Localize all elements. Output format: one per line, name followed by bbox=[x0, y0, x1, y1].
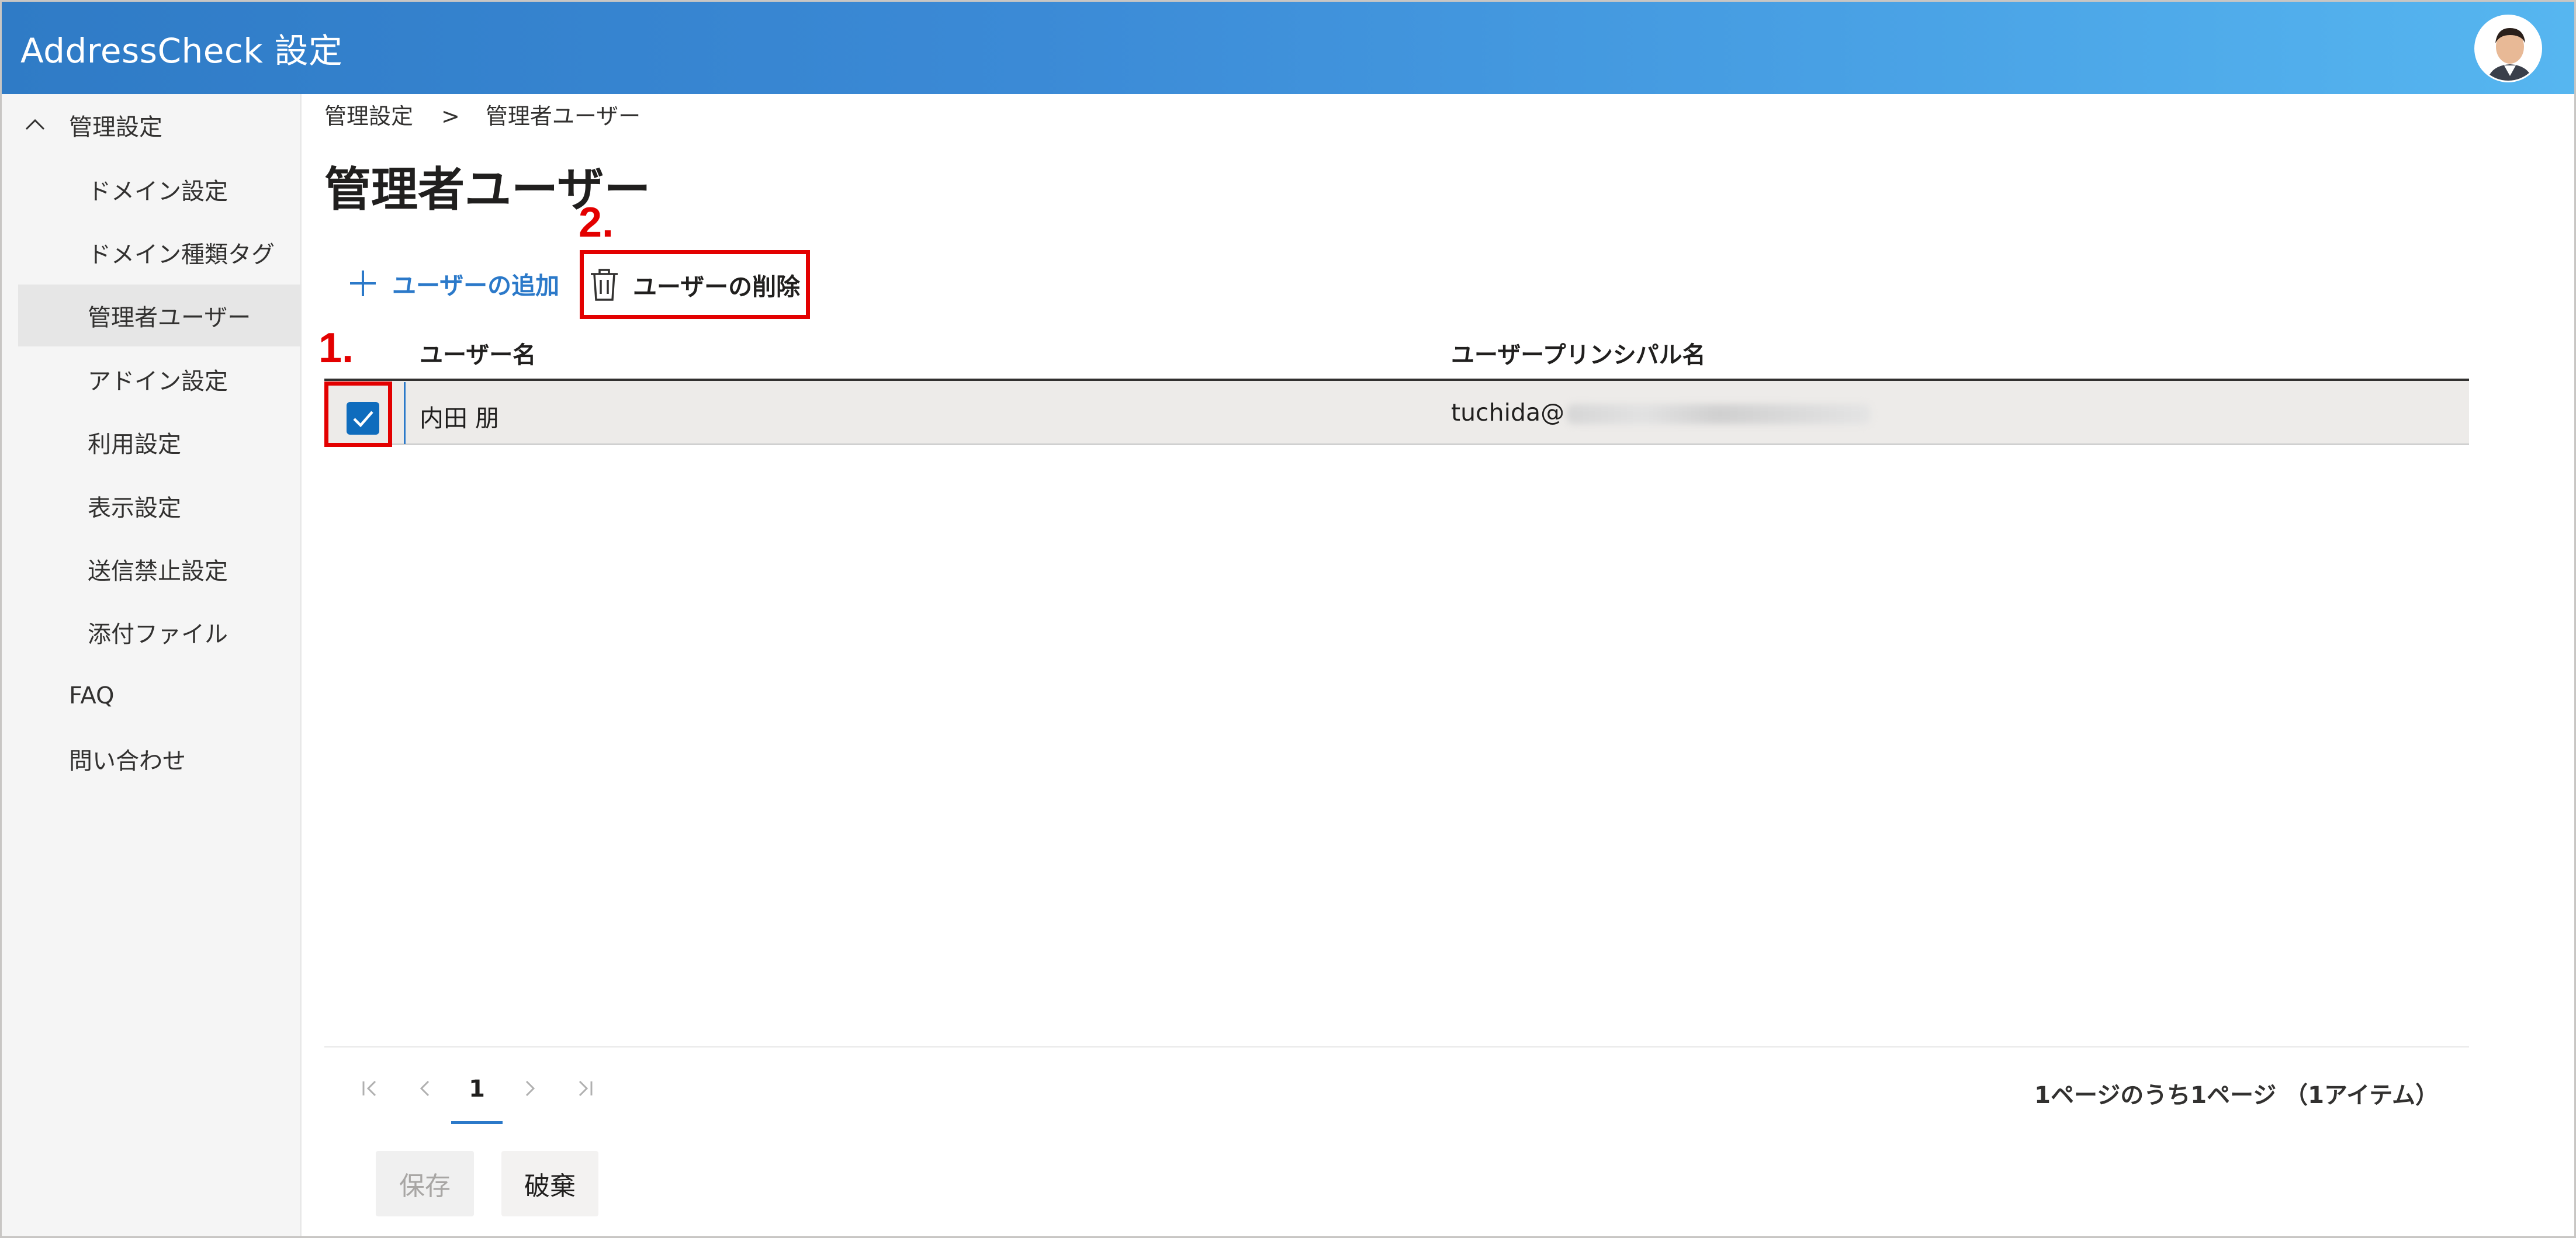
sidebar-item-label: 送信禁止設定 bbox=[88, 558, 228, 585]
sidebar-item-label: 管理者ユーザー bbox=[88, 304, 251, 331]
current-page[interactable]: 1 bbox=[465, 1076, 489, 1102]
trash-icon bbox=[591, 269, 618, 301]
cell-user-name: 内田 朋 bbox=[420, 404, 500, 432]
sidebar-item-label: 管理設定 bbox=[69, 114, 162, 141]
annotation-step-1: 1. bbox=[318, 325, 354, 372]
row-focus-indicator bbox=[404, 382, 406, 444]
breadcrumb-separator: > bbox=[441, 103, 460, 129]
sidebar-item-send-block-settings[interactable]: 送信禁止設定 bbox=[2, 538, 302, 600]
user-avatar[interactable] bbox=[2474, 15, 2542, 82]
row-select-checkbox[interactable] bbox=[347, 402, 379, 435]
footer-divider bbox=[324, 1046, 2469, 1048]
annotation-step-2: 2. bbox=[579, 199, 614, 246]
breadcrumb-current: 管理者ユーザー bbox=[485, 103, 641, 129]
upn-text: tuchida@ bbox=[1451, 398, 1565, 426]
sidebar-item-admin-settings[interactable]: 管理設定 bbox=[2, 94, 302, 156]
sidebar-item-label: アドイン設定 bbox=[88, 368, 228, 395]
app-header: AddressCheck 設定 bbox=[2, 2, 2574, 94]
last-page-icon[interactable] bbox=[574, 1077, 597, 1100]
checkmark-icon bbox=[353, 411, 373, 428]
redacted-domain bbox=[1567, 404, 1871, 424]
breadcrumb: 管理設定 > 管理者ユーザー bbox=[324, 98, 640, 130]
current-page-indicator bbox=[451, 1121, 503, 1124]
delete-user-button[interactable]: ユーザーの削除 bbox=[580, 250, 810, 319]
cell-upn: tuchida@ bbox=[1451, 398, 1871, 426]
app-title: AddressCheck 設定 bbox=[20, 31, 343, 71]
sidebar-item-admin-users[interactable]: 管理者ユーザー bbox=[18, 285, 302, 346]
add-user-button[interactable]: ユーザーの追加 bbox=[348, 266, 559, 301]
sidebar-item-label: ドメイン種類タグ bbox=[88, 241, 275, 268]
sidebar-item-label: 問い合わせ bbox=[69, 748, 186, 775]
sidebar-item-label: FAQ bbox=[69, 682, 115, 709]
sidebar: 管理設定 ドメイン設定 ドメイン種類タグ 管理者ユーザー アドイン設定 利用設定… bbox=[2, 94, 302, 1236]
sidebar-item-label: 添付ファイル bbox=[88, 621, 228, 648]
sidebar-item-addin-settings[interactable]: アドイン設定 bbox=[2, 348, 302, 410]
sidebar-item-label: 表示設定 bbox=[88, 495, 181, 522]
annotation-highlight-checkbox bbox=[324, 382, 392, 447]
sidebar-item-label: ドメイン設定 bbox=[88, 178, 228, 205]
save-button[interactable]: 保存 bbox=[376, 1151, 474, 1216]
next-page-icon[interactable] bbox=[518, 1077, 542, 1100]
column-header-upn[interactable]: ユーザープリンシパル名 bbox=[1451, 336, 1706, 370]
delete-user-label: ユーザーの削除 bbox=[633, 273, 801, 301]
sidebar-item-domain-settings[interactable]: ドメイン設定 bbox=[2, 158, 302, 220]
sidebar-item-contact[interactable]: 問い合わせ bbox=[2, 728, 302, 790]
chevron-up-icon bbox=[25, 119, 45, 130]
sidebar-item-attachments[interactable]: 添付ファイル bbox=[2, 601, 302, 663]
discard-button[interactable]: 破棄 bbox=[501, 1151, 598, 1216]
pagination-summary: 1ページのうち1ページ （1アイテム） bbox=[2034, 1082, 2439, 1109]
table-row[interactable]: 内田 朋 tuchida@ bbox=[324, 381, 2469, 445]
sidebar-item-display-settings[interactable]: 表示設定 bbox=[2, 475, 302, 537]
avatar-image-icon bbox=[2476, 16, 2540, 81]
previous-page-icon[interactable] bbox=[413, 1077, 437, 1100]
sidebar-item-faq[interactable]: FAQ bbox=[2, 665, 302, 727]
plus-icon bbox=[350, 271, 376, 296]
sidebar-item-label: 利用設定 bbox=[88, 431, 181, 458]
column-header-user-name[interactable]: ユーザー名 bbox=[420, 336, 536, 370]
breadcrumb-root[interactable]: 管理設定 bbox=[324, 98, 413, 130]
sidebar-item-domain-type-tags[interactable]: ドメイン種類タグ bbox=[2, 221, 302, 283]
add-user-label: ユーザーの追加 bbox=[392, 272, 560, 300]
sidebar-item-usage-settings[interactable]: 利用設定 bbox=[2, 411, 302, 473]
first-page-icon[interactable] bbox=[358, 1077, 381, 1100]
